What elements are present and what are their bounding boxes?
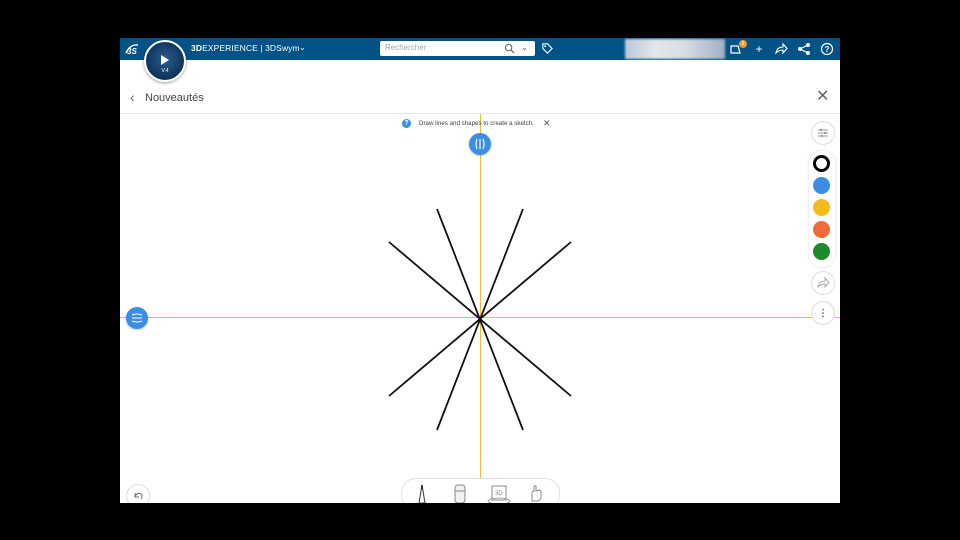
help-icon[interactable]: ? [820, 42, 834, 56]
help-circle-icon: ? [402, 119, 411, 128]
share-icon[interactable] [774, 42, 788, 56]
3d-cube-icon: 3D [487, 485, 511, 503]
play-icon [161, 55, 169, 65]
page-header: ‹ Nouveautés ✕ [120, 60, 840, 114]
sketch-drawing [388, 208, 572, 431]
brand-name: EXPERIENCE | 3DSwym [202, 43, 300, 53]
color-swatch-green[interactable] [813, 243, 830, 260]
compass-button[interactable]: V.4 [144, 40, 186, 82]
more-options-button[interactable] [811, 301, 835, 325]
settings-button[interactable] [811, 121, 835, 145]
3d-tool[interactable]: 3D [486, 483, 512, 503]
sketch-canvas[interactable]: ? Draw lines and shapes to create a sket… [120, 114, 840, 503]
color-swatch-yellow[interactable] [813, 199, 830, 216]
tag-icon[interactable] [541, 42, 554, 55]
back-chevron-icon[interactable]: ‹ [130, 90, 135, 104]
close-icon[interactable]: ✕ [816, 89, 829, 105]
search-icon[interactable] [504, 43, 515, 54]
3d-tool-label: 3D [495, 491, 503, 497]
svg-text:3S: 3S [127, 47, 137, 56]
app-brand[interactable]: 3DEXPERIENCE | 3DSwym [191, 43, 300, 53]
hint-text: Draw lines and shapes to create a sketch… [419, 120, 534, 127]
page-title[interactable]: Nouveautés [145, 92, 204, 104]
notification-badge: 8 [739, 40, 747, 48]
color-palette [809, 151, 835, 267]
undo-icon [134, 492, 143, 500]
color-swatch-blue[interactable] [813, 177, 830, 194]
vertical-symmetry-handle[interactable] [469, 133, 491, 155]
ds-logo-icon[interactable]: 3S [124, 41, 142, 57]
pencil-icon [418, 484, 426, 503]
symmetry-icon [131, 313, 143, 323]
brand-bold: 3D [191, 43, 203, 53]
eraser-icon [454, 484, 466, 503]
search-dropdown-icon[interactable]: ⌄ [521, 43, 528, 52]
hand-icon [531, 485, 542, 502]
user-profile-blurred[interactable] [625, 39, 725, 59]
hand-tool[interactable] [526, 483, 546, 503]
app-window: 3S V.4 3DEXPERIENCE | 3DSwym ⌄ Recherche… [120, 38, 840, 503]
horizontal-symmetry-handle[interactable] [126, 307, 148, 329]
search-field[interactable]: Rechercher ⌄ [380, 41, 535, 56]
export-button[interactable] [811, 271, 835, 295]
drawing-toolbar: 3D [401, 478, 560, 503]
color-swatch-black[interactable] [813, 155, 830, 172]
sliders-icon [818, 128, 828, 138]
undo-button[interactable] [126, 484, 150, 503]
chevron-down-icon[interactable]: ⌄ [299, 43, 306, 52]
share-arrow-icon [817, 276, 830, 289]
more-vertical-icon [822, 308, 824, 318]
pencil-tool[interactable] [412, 483, 432, 503]
top-bar: 3S V.4 3DEXPERIENCE | 3DSwym ⌄ Recherche… [120, 38, 840, 82]
hint-close-icon[interactable]: ✕ [543, 118, 551, 128]
search-placeholder: Rechercher [385, 43, 427, 52]
eraser-tool[interactable] [450, 483, 470, 503]
symmetry-icon [475, 138, 485, 150]
svg-text:?: ? [825, 45, 830, 54]
add-icon[interactable]: + [752, 42, 766, 56]
color-swatch-orange[interactable] [813, 221, 830, 238]
community-share-icon[interactable] [797, 42, 811, 56]
compass-version: V.4 [161, 68, 169, 74]
